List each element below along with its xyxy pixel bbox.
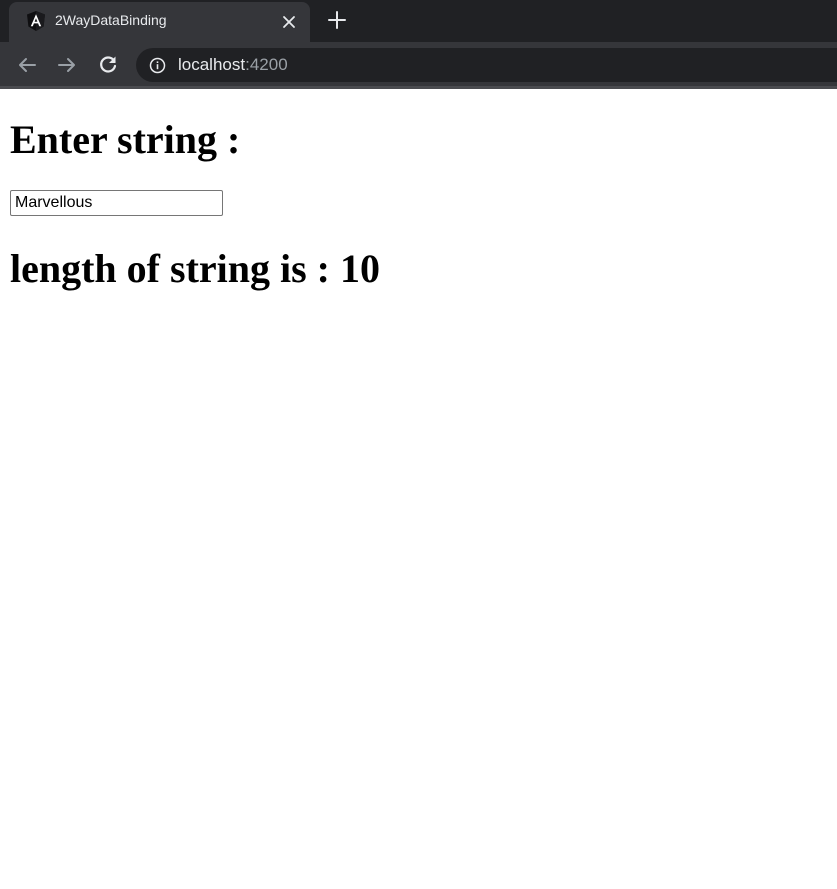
close-tab-icon[interactable] <box>279 12 299 32</box>
address-bar[interactable]: localhost:4200 <box>136 48 837 82</box>
enter-string-heading: Enter string : <box>10 117 241 162</box>
reload-icon[interactable] <box>95 52 121 78</box>
tab-title: 2WayDataBinding <box>55 12 167 28</box>
browser-window: 2WayDataBinding localhost:4200 Enter str… <box>0 0 837 889</box>
url-host: localhost <box>178 55 246 74</box>
length-value: 10 <box>340 246 380 291</box>
info-icon[interactable] <box>149 57 166 74</box>
length-result-heading: length of string is : 10 <box>10 246 380 292</box>
browser-toolbar: localhost:4200 <box>0 42 837 89</box>
angular-logo-icon <box>25 10 47 32</box>
url-port: :4200 <box>245 55 288 74</box>
url-text: localhost:4200 <box>178 55 288 75</box>
forward-arrow-icon[interactable] <box>54 52 80 78</box>
tab-strip: 2WayDataBinding <box>0 0 837 42</box>
page-content: Enter string : length of string is : 10 <box>0 89 837 889</box>
tab-active[interactable]: 2WayDataBinding <box>9 2 310 42</box>
new-tab-icon[interactable] <box>326 9 348 31</box>
string-input[interactable] <box>10 190 223 216</box>
back-arrow-icon[interactable] <box>14 52 40 78</box>
length-label: length of string is : <box>10 246 340 291</box>
